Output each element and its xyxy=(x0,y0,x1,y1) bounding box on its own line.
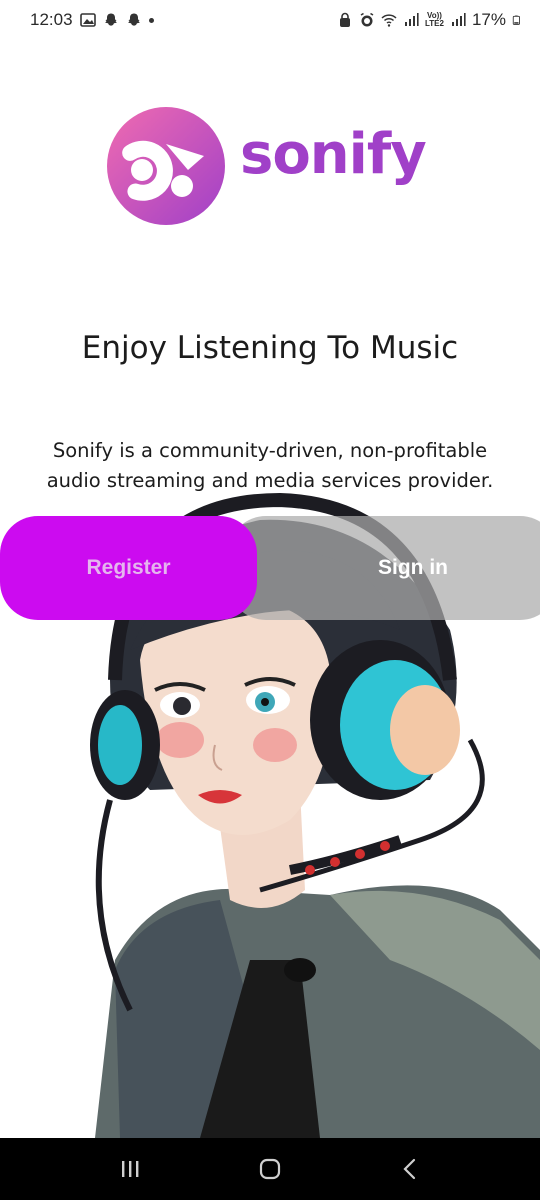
snapchat-icon xyxy=(127,13,140,26)
sonify-logo: sonify xyxy=(104,98,439,234)
notification-dot-icon xyxy=(148,17,154,23)
battery-icon xyxy=(512,15,520,25)
recent-apps-button[interactable] xyxy=(100,1149,160,1189)
volte-bottom: LTE2 xyxy=(425,19,444,28)
status-bar: 12:03 Vo)) LTE2 17% xyxy=(0,0,540,40)
navigation-bar xyxy=(0,1138,540,1200)
alarm-icon xyxy=(360,12,374,27)
volte-indicator: Vo)) LTE2 xyxy=(425,12,444,28)
status-time: 12:03 xyxy=(30,10,73,29)
sonify-logo-icon xyxy=(107,107,225,225)
home-button[interactable] xyxy=(240,1149,300,1189)
recent-apps-icon xyxy=(122,1161,139,1177)
signal-icon xyxy=(405,13,419,26)
description: Sonify is a community-driven, non-profit… xyxy=(0,436,540,496)
description-line-1: Sonify is a community-driven, non-profit… xyxy=(52,439,488,462)
status-left: 12:03 xyxy=(30,10,154,30)
snapchat-icon xyxy=(104,13,117,26)
home-icon xyxy=(259,1158,281,1180)
status-right: Vo)) LTE2 17% xyxy=(337,10,522,30)
gallery-icon xyxy=(79,13,96,27)
logo-text: sonify xyxy=(240,122,427,187)
sign-in-button[interactable]: Sign in xyxy=(228,516,540,620)
back-button[interactable] xyxy=(380,1149,440,1189)
battery-percent: 17% xyxy=(471,10,506,29)
back-icon xyxy=(403,1158,416,1180)
signal-icon xyxy=(451,13,466,26)
wifi-icon xyxy=(381,14,397,27)
alarm-lock-icon xyxy=(340,12,350,27)
register-button[interactable]: Register xyxy=(0,516,257,620)
page-title: Enjoy Listening To Music xyxy=(81,330,459,366)
